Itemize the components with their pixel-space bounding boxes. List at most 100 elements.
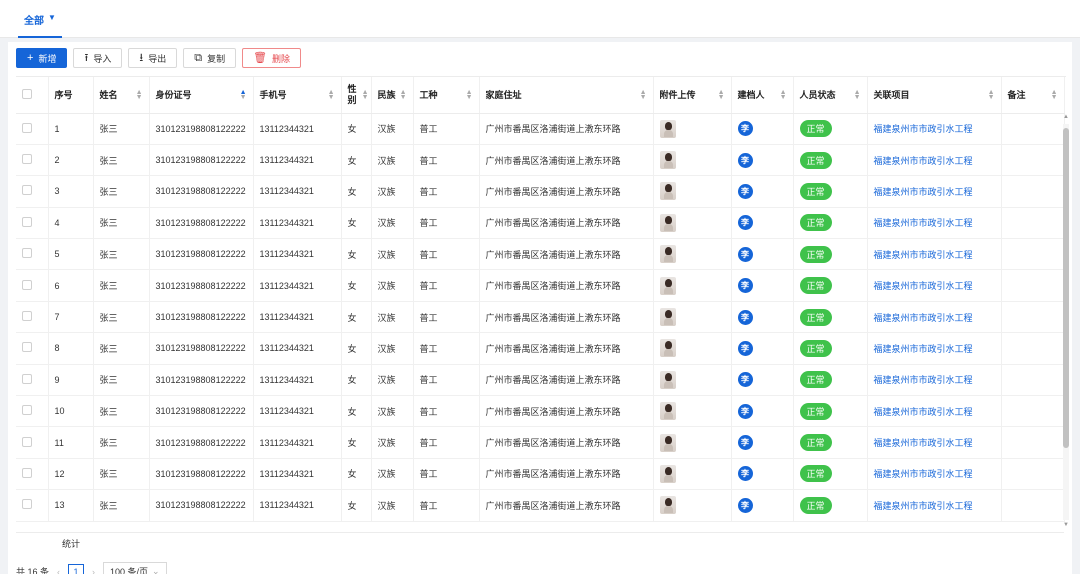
row-checkbox[interactable]	[22, 373, 32, 384]
cell-attachment[interactable]	[653, 332, 732, 365]
row-select[interactable]	[16, 269, 49, 302]
cell-attachment[interactable]	[653, 207, 732, 239]
copy-button[interactable]: ⧉ 复制	[183, 48, 237, 68]
sort-icon[interactable]: ▲ ▼	[466, 89, 473, 101]
cell-project[interactable]: 福建泉州市市政引水工程	[867, 207, 1002, 239]
table-row[interactable]: 7 张三 310123198808122222 13112344321 女汉族 普工 广州市…	[16, 301, 1065, 333]
header-status[interactable]: 人员状态 ▲ ▼	[793, 77, 868, 114]
row-checkbox[interactable]	[22, 122, 32, 133]
sort-icon[interactable]: ▲ ▼	[1051, 89, 1058, 101]
project-link[interactable]: 福建泉州市市政引水工程	[874, 407, 973, 417]
cell-attachment[interactable]	[653, 458, 732, 490]
row-checkbox[interactable]	[22, 154, 32, 165]
header-remark[interactable]: 备注 ▲ ▼	[1001, 77, 1065, 114]
cell-attachment[interactable]	[653, 175, 732, 208]
row-checkbox[interactable]	[22, 342, 32, 353]
header-ethnicity[interactable]: 民族 ▲ ▼	[371, 77, 414, 114]
header-id-card[interactable]: 身份证号 ▲ ▼	[149, 77, 254, 114]
sort-icon[interactable]: ▲ ▼	[718, 89, 725, 101]
attachment-photo-thumbnail[interactable]	[659, 464, 676, 483]
row-checkbox[interactable]	[22, 248, 32, 259]
row-select[interactable]	[16, 489, 49, 522]
row-select[interactable]	[16, 113, 49, 145]
cell-project[interactable]: 福建泉州市市政引水工程	[867, 364, 1002, 396]
row-checkbox[interactable]	[22, 185, 32, 196]
header-gender[interactable]: 性别 ▲ ▼	[341, 77, 372, 114]
attachment-photo-thumbnail[interactable]	[659, 370, 676, 389]
attachment-photo-thumbnail[interactable]	[659, 402, 676, 421]
cell-attachment[interactable]	[653, 489, 732, 522]
sort-icon[interactable]: ▲ ▼	[640, 89, 647, 101]
table-row[interactable]: 6 张三 310123198808122222 13112344321 女汉族 普工 广州市…	[16, 269, 1065, 302]
tab-all[interactable]: 全部 ▼	[18, 12, 62, 38]
table-row[interactable]: 12 张三 310123198808122222 13112344321 女汉族 普工 广州…	[16, 458, 1065, 490]
project-link[interactable]: 福建泉州市市政引水工程	[874, 501, 973, 511]
table-row[interactable]: 1 张三 310123198808122222 13112344321 女汉族 普工 广州市…	[16, 113, 1065, 145]
cell-attachment[interactable]	[653, 364, 732, 396]
attachment-photo-thumbnail[interactable]	[659, 182, 676, 201]
row-select[interactable]	[16, 144, 49, 176]
header-job[interactable]: 工种 ▲ ▼	[413, 77, 480, 114]
project-link[interactable]: 福建泉州市市政引水工程	[874, 281, 973, 291]
row-select[interactable]	[16, 332, 49, 365]
row-select[interactable]	[16, 238, 49, 270]
header-name[interactable]: 姓名 ▲ ▼	[93, 77, 150, 114]
cell-project[interactable]: 福建泉州市市政引水工程	[867, 332, 1002, 365]
header-creator[interactable]: 建档人 ▲ ▼	[731, 77, 794, 114]
project-link[interactable]: 福建泉州市市政引水工程	[874, 156, 973, 166]
import-button[interactable]: ⭱ 导入	[73, 48, 123, 68]
cell-project[interactable]: 福建泉州市市政引水工程	[867, 489, 1002, 522]
table-row[interactable]: 5 张三 310123198808122222 13112344321 女汉族 普工 广州市…	[16, 238, 1065, 270]
cell-project[interactable]: 福建泉州市市政引水工程	[867, 269, 1002, 302]
row-checkbox[interactable]	[22, 467, 32, 478]
cell-project[interactable]: 福建泉州市市政引水工程	[867, 426, 1002, 459]
sort-icon[interactable]: ▲ ▼	[854, 89, 861, 101]
sort-icon[interactable]: ▲ ▼	[362, 89, 369, 101]
cell-attachment[interactable]	[653, 113, 732, 145]
vertical-scrollbar[interactable]: ▲ ▼	[1062, 114, 1070, 530]
delete-button[interactable]: 🗑 删除	[242, 48, 302, 68]
header-project[interactable]: 关联项目 ▲ ▼	[867, 77, 1002, 114]
attachment-photo-thumbnail[interactable]	[659, 496, 676, 515]
table-row[interactable]: 11 张三 310123198808122222 13112344321 女汉族 普工 广州…	[16, 426, 1065, 459]
sort-icon[interactable]: ▲ ▼	[988, 89, 995, 101]
cell-project[interactable]: 福建泉州市市政引水工程	[867, 238, 1002, 270]
project-link[interactable]: 福建泉州市市政引水工程	[874, 313, 973, 323]
add-button[interactable]: + 新增	[16, 48, 68, 68]
export-button[interactable]: ⭳ 导出	[128, 48, 178, 68]
row-checkbox[interactable]	[22, 499, 32, 510]
row-checkbox[interactable]	[22, 216, 32, 227]
row-select[interactable]	[16, 395, 49, 427]
sort-icon[interactable]: ▲ ▼	[400, 89, 407, 101]
project-link[interactable]: 福建泉州市市政引水工程	[874, 438, 973, 448]
scroll-up-icon[interactable]: ▲	[1062, 114, 1070, 120]
project-link[interactable]: 福建泉州市市政引水工程	[874, 218, 973, 228]
table-row[interactable]: 9 张三 310123198808122222 13112344321 女汉族 普工 广州市…	[16, 364, 1065, 396]
table-row[interactable]: 2 张三 310123198808122222 13112344321 女汉族 普工 广州市…	[16, 144, 1065, 176]
scroll-down-icon[interactable]: ▼	[1062, 522, 1070, 528]
attachment-photo-thumbnail[interactable]	[659, 151, 676, 170]
cell-project[interactable]: 福建泉州市市政引水工程	[867, 113, 1002, 145]
sort-icon[interactable]: ▲ ▼	[328, 89, 335, 101]
scrollbar-thumb[interactable]	[1063, 128, 1069, 448]
cell-project[interactable]: 福建泉州市市政引水工程	[867, 175, 1002, 208]
project-link[interactable]: 福建泉州市市政引水工程	[874, 375, 973, 385]
attachment-photo-thumbnail[interactable]	[659, 433, 676, 452]
cell-project[interactable]: 福建泉州市市政引水工程	[867, 458, 1002, 490]
project-link[interactable]: 福建泉州市市政引水工程	[874, 344, 973, 354]
select-all-checkbox[interactable]	[22, 88, 32, 99]
row-select[interactable]	[16, 207, 49, 239]
attachment-photo-thumbnail[interactable]	[659, 339, 676, 358]
sort-icon[interactable]: ▲ ▼	[240, 89, 247, 101]
project-link[interactable]: 福建泉州市市政引水工程	[874, 187, 973, 197]
project-link[interactable]: 福建泉州市市政引水工程	[874, 124, 973, 134]
cell-attachment[interactable]	[653, 144, 732, 176]
attachment-photo-thumbnail[interactable]	[659, 308, 676, 327]
table-row[interactable]: 10 张三 310123198808122222 13112344321 女汉族 普工 广州…	[16, 395, 1065, 427]
attachment-photo-thumbnail[interactable]	[659, 213, 676, 232]
header-phone[interactable]: 手机号 ▲ ▼	[253, 77, 342, 114]
table-row[interactable]: 3 张三 310123198808122222 13112344321 女汉族 普工 广州市…	[16, 175, 1065, 208]
header-select-all[interactable]	[16, 77, 49, 114]
cell-attachment[interactable]	[653, 426, 732, 459]
row-checkbox[interactable]	[22, 405, 32, 416]
